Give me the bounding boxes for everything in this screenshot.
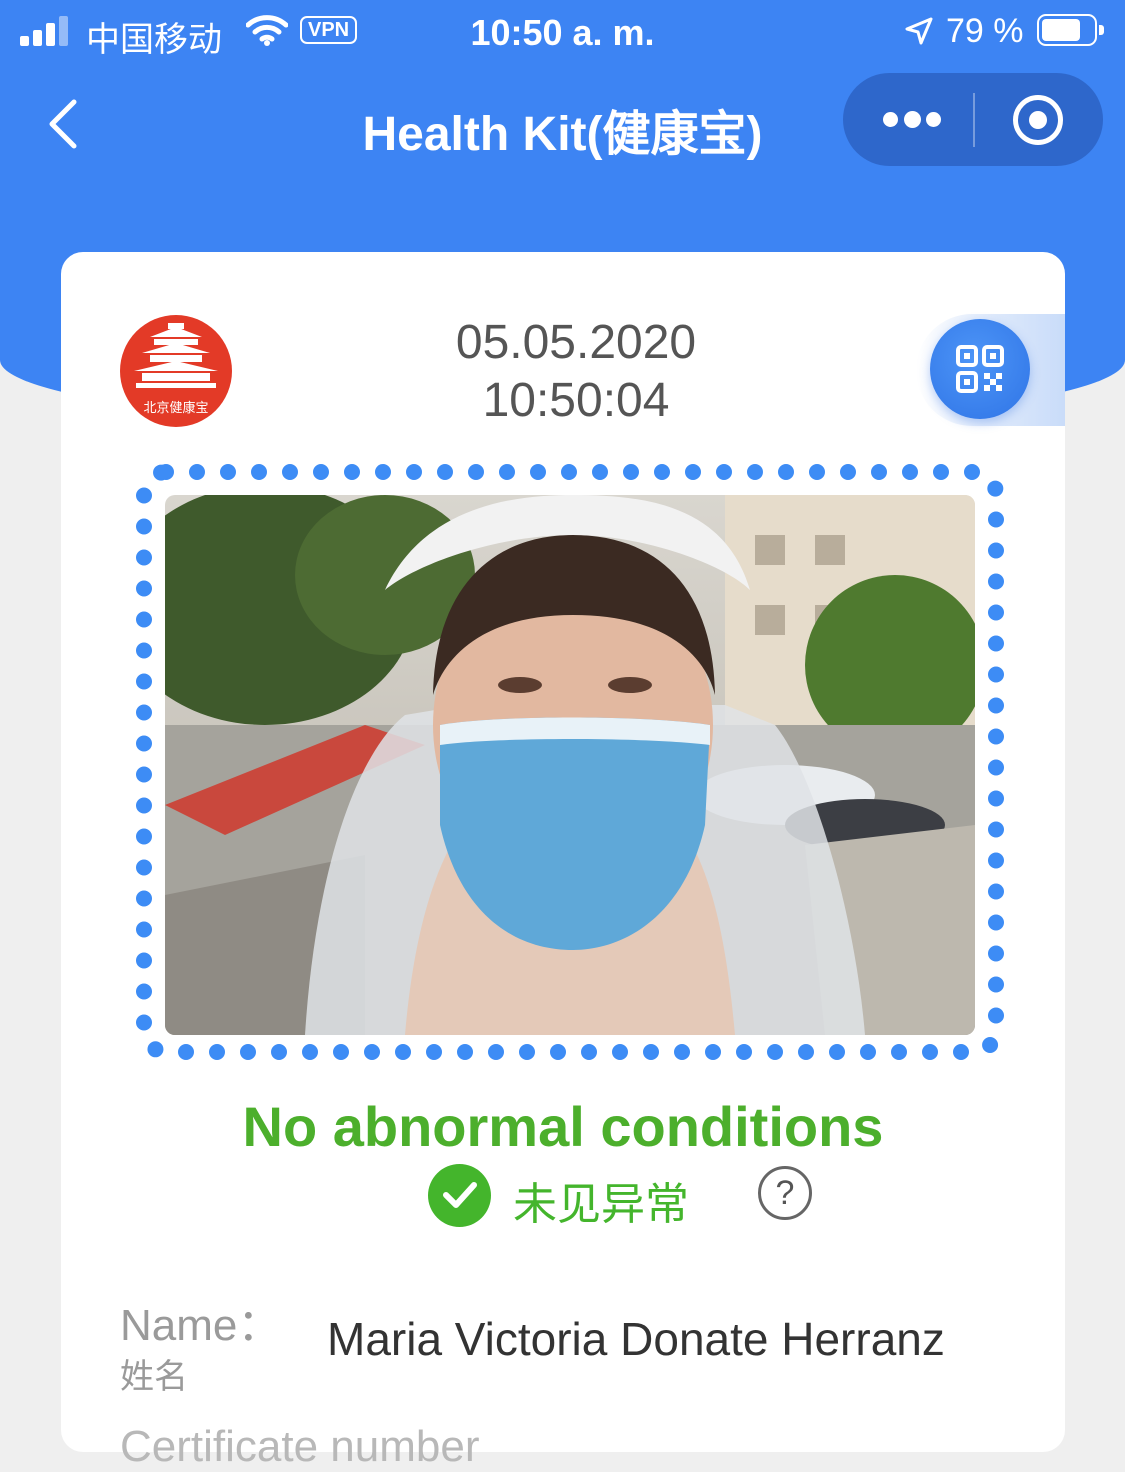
more-options-icon[interactable] (883, 108, 943, 132)
name-value: Maria Victoria Donate Herranz (327, 1313, 945, 1365)
status-bar: 中国移动 VPN 10:50 a. m. 79 % (0, 0, 1125, 64)
qr-code-tab (916, 314, 1065, 426)
health-card: 北京健康宝 05.05.2020 10:50:04 No abnormal co… (61, 252, 1065, 1471)
capsule-divider (973, 93, 975, 147)
location-arrow-icon (905, 17, 933, 45)
battery-icon (1037, 14, 1104, 46)
name-label-chinese: 姓名 (120, 1357, 188, 1397)
help-question-icon[interactable]: ? (758, 1166, 812, 1220)
check-circle-icon (428, 1164, 491, 1227)
battery-percent: 79 % (946, 12, 1024, 50)
photo-frame (134, 462, 1006, 1062)
status-row: 未见异常 ? (428, 1164, 828, 1230)
navigation-bar: Health Kit(健康宝) (0, 64, 1125, 184)
certificate-label: Certificate number (120, 1422, 480, 1471)
close-miniprogram-icon[interactable] (1013, 95, 1063, 145)
user-photo (165, 495, 975, 1035)
qr-code-icon (956, 345, 1004, 393)
name-label: Name： (120, 1301, 282, 1350)
miniprogram-capsule (843, 73, 1103, 166)
qr-code-button[interactable] (930, 319, 1030, 419)
status-english: No abnormal conditions (242, 1095, 884, 1158)
status-chinese: 未见异常 (513, 1179, 689, 1230)
